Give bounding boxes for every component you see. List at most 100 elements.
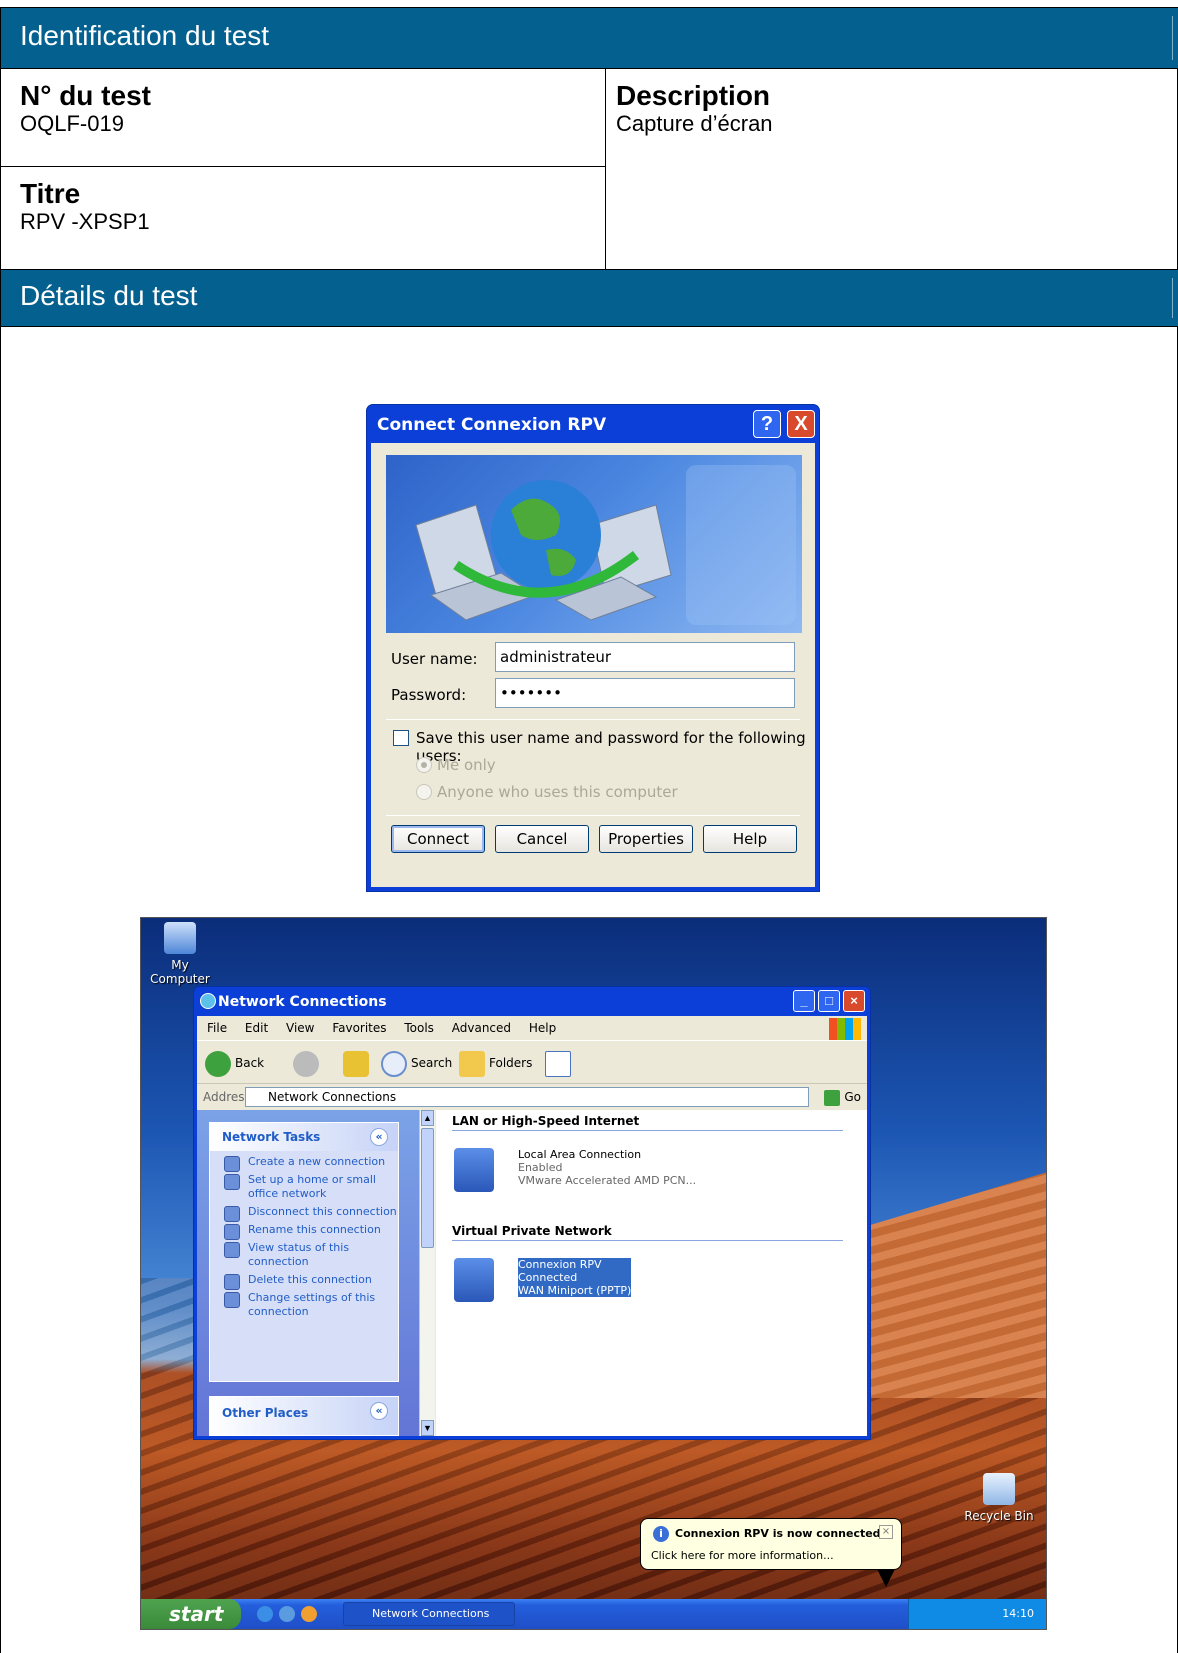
section-title: Détails du test — [20, 280, 198, 311]
selected-connection-label: Connexion RPV Connected WAN Miniport (PP… — [518, 1258, 632, 1297]
scroll-up-arrow-icon[interactable]: ▲ — [421, 1110, 434, 1126]
start-button[interactable]: start — [141, 1599, 241, 1629]
desktop-icon-recycle-bin[interactable]: Recycle Bin — [959, 1473, 1039, 1523]
notification-balloon[interactable]: i Connexion RPV is now connected Click h… — [640, 1518, 902, 1587]
task-home-network[interactable]: Set up a home or small office network — [210, 1173, 398, 1201]
folders-label: Folders — [489, 1056, 533, 1070]
forward-arrow-icon — [293, 1050, 319, 1077]
password-input[interactable]: ••••••• — [495, 678, 795, 708]
vpn-connection-icon — [454, 1258, 494, 1302]
desktop-icon-my-computer[interactable]: My Computer — [145, 922, 215, 986]
task-label: Set up a home or small office network — [248, 1173, 376, 1200]
properties-button[interactable]: Properties — [599, 825, 693, 853]
desktop-screenshot: My Computer Recycle Bin Network Connecti… — [140, 917, 1047, 1630]
test-number-cell: N° du test OQLF-019 — [1, 69, 606, 167]
task-delete[interactable]: Delete this connection — [210, 1273, 398, 1290]
menu-advanced[interactable]: Advanced — [452, 1021, 511, 1035]
section-header-identification: Identification du test — [1, 7, 1178, 69]
taskbar-network-connections[interactable]: Network Connections — [343, 1602, 515, 1626]
go-button[interactable]: Go — [824, 1085, 861, 1109]
balloon-title: Connexion RPV is now connected — [675, 1527, 881, 1540]
system-tray: 14:10 — [908, 1599, 1046, 1629]
collapse-chevron-icon[interactable]: « — [370, 1128, 388, 1146]
views-icon — [545, 1050, 571, 1077]
back-button[interactable]: Back — [205, 1048, 264, 1078]
close-title-button[interactable]: X — [787, 410, 815, 438]
maximize-button[interactable]: □ — [818, 990, 840, 1012]
test-number-label: N° du test — [20, 80, 151, 111]
internet-explorer-icon[interactable] — [257, 1606, 273, 1622]
close-button[interactable]: × — [843, 990, 865, 1012]
menu-favorites[interactable]: Favorites — [332, 1021, 386, 1035]
help-button[interactable]: Help — [703, 825, 797, 853]
minimize-button[interactable]: _ — [793, 990, 815, 1012]
folders-button[interactable]: Folders — [459, 1048, 532, 1078]
forward-button[interactable] — [293, 1048, 323, 1078]
radio-me-only-label: Me only — [437, 756, 496, 774]
task-rename[interactable]: Rename this connection — [210, 1223, 398, 1240]
task-view-status[interactable]: View status of this connection — [210, 1241, 398, 1269]
menu-edit[interactable]: Edit — [245, 1021, 268, 1035]
username-input[interactable]: administrateur — [495, 642, 795, 672]
address-input[interactable]: Network Connections — [245, 1087, 809, 1107]
title-label: Titre — [20, 178, 81, 209]
scroll-down-arrow-icon[interactable]: ▼ — [421, 1420, 434, 1436]
menu-view[interactable]: View — [286, 1021, 314, 1035]
task-disconnect[interactable]: Disconnect this connection — [210, 1205, 398, 1222]
section-header-details: Détails du test — [1, 269, 1178, 327]
vertical-scrollbar[interactable]: ▲ ▼ — [419, 1110, 435, 1436]
back-label: Back — [235, 1056, 265, 1070]
menu-file[interactable]: File — [207, 1021, 227, 1035]
folders-icon — [459, 1050, 485, 1077]
collapse-chevron-icon[interactable]: « — [370, 1402, 388, 1420]
connection-name: Connexion RPV — [518, 1258, 602, 1271]
task-label: View status of this connection — [248, 1241, 350, 1268]
go-label: Go — [844, 1090, 861, 1104]
toolbar: Back Search Folders — [197, 1042, 867, 1084]
network-tasks-header[interactable]: Network Tasks « — [210, 1123, 398, 1151]
views-button[interactable] — [545, 1048, 575, 1078]
taskbar: start Network Connections 14:10 — [141, 1599, 1046, 1629]
up-button[interactable] — [343, 1048, 373, 1078]
save-credentials-checkbox[interactable] — [393, 730, 409, 746]
window-title: Network Connections — [218, 994, 387, 1010]
section-title: Identification du test — [20, 20, 270, 51]
network-tasks-title: Network Tasks — [222, 1130, 321, 1144]
desktop-icon-label: Recycle Bin — [964, 1509, 1034, 1523]
settings-icon — [224, 1292, 240, 1308]
other-places-header[interactable]: Other Places « — [209, 1396, 399, 1436]
menu-tools[interactable]: Tools — [404, 1021, 434, 1035]
network-connections-icon — [200, 993, 216, 1009]
balloon-tail — [877, 1569, 895, 1587]
media-player-icon[interactable] — [301, 1606, 317, 1622]
menu-help[interactable]: Help — [529, 1021, 556, 1035]
connect-dialog: Connect Connexion RPV ? X User name: adm… — [366, 404, 820, 892]
description-value: Capture d’écran — [616, 111, 773, 136]
search-icon — [381, 1050, 407, 1077]
scroll-thumb[interactable] — [421, 1128, 434, 1248]
connect-button[interactable]: Connect — [391, 825, 485, 853]
rename-icon — [224, 1224, 240, 1240]
group-lan-header: LAN or High-Speed Internet — [452, 1114, 843, 1131]
delete-icon — [224, 1274, 240, 1290]
search-button[interactable]: Search — [381, 1048, 452, 1078]
balloon-close-icon[interactable]: × — [879, 1525, 893, 1539]
task-change-settings[interactable]: Change settings of this connection — [210, 1291, 398, 1319]
dialog-title: Connect Connexion RPV — [377, 415, 607, 435]
connection-status: Connected — [518, 1271, 578, 1284]
username-label: User name: — [391, 650, 478, 668]
info-icon: i — [653, 1526, 669, 1542]
network-tasks-panel: Network Tasks « Create a new connection … — [209, 1122, 399, 1382]
connection-device: VMware Accelerated AMD PCN... — [518, 1174, 697, 1187]
window-client: File Edit View Favorites Tools Advanced … — [197, 1016, 867, 1436]
task-create-connection[interactable]: Create a new connection — [210, 1155, 398, 1172]
radio-me-only[interactable] — [416, 757, 432, 773]
cancel-button[interactable]: Cancel — [495, 825, 589, 853]
outlook-express-icon[interactable] — [279, 1606, 295, 1622]
test-number-value: OQLF-019 — [20, 111, 124, 136]
help-title-button[interactable]: ? — [753, 410, 781, 438]
back-arrow-icon — [205, 1050, 231, 1077]
radio-anyone[interactable] — [416, 784, 432, 800]
globe-laptops-icon — [415, 465, 796, 625]
disconnect-icon — [224, 1206, 240, 1222]
